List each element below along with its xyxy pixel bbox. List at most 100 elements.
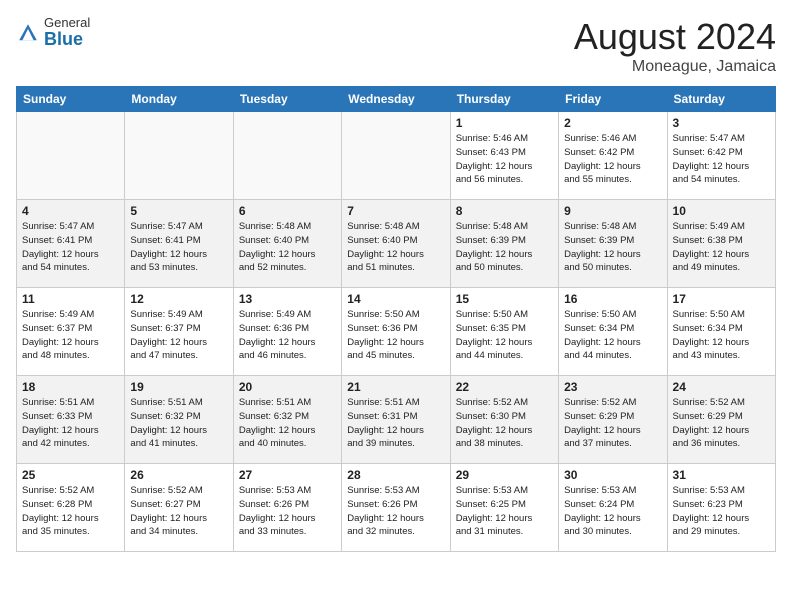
- day-info: Sunrise: 5:49 AM Sunset: 6:37 PM Dayligh…: [22, 308, 119, 363]
- calendar-cell: 4 Sunrise: 5:47 AM Sunset: 6:41 PM Daylig…: [17, 200, 125, 288]
- calendar-cell: 24 Sunrise: 5:52 AM Sunset: 6:29 PM Dayli…: [667, 376, 775, 464]
- day-number: 5: [130, 204, 227, 218]
- day-info: Sunrise: 5:51 AM Sunset: 6:33 PM Dayligh…: [22, 396, 119, 451]
- week-row-5: 25Sunrise: 5:52 AM Sunset: 6:28 PM Dayli…: [17, 464, 776, 552]
- calendar-cell: 19 Sunrise: 5:51 AM Sunset: 6:32 PM Dayli…: [125, 376, 233, 464]
- calendar-cell: 2Sunrise: 5:46 AM Sunset: 6:42 PM Daylig…: [559, 112, 667, 200]
- week-row-1: 1Sunrise: 5:46 AM Sunset: 6:43 PM Daylig…: [17, 112, 776, 200]
- calendar-cell: 5Sunrise: 5:47 AM Sunset: 6:41 PM Daylig…: [125, 200, 233, 288]
- day-number: 24: [673, 380, 770, 394]
- day-number: 7: [347, 204, 444, 218]
- calendar-cell: 9Sunrise: 5:48 AM Sunset: 6:39 PM Daylig…: [559, 200, 667, 288]
- day-info: Sunrise: 5:51 AM Sunset: 6:32 PM Dayligh…: [239, 396, 336, 451]
- calendar-cell: 18Sunrise: 5:51 AM Sunset: 6:33 PM Dayli…: [17, 376, 125, 464]
- calendar-cell: 31Sunrise: 5:53 AM Sunset: 6:23 PM Dayli…: [667, 464, 775, 552]
- calendar-cell: [17, 112, 125, 200]
- calendar-cell: 17 Sunrise: 5:50 AM Sunset: 6:34 PM Dayli…: [667, 288, 775, 376]
- calendar-cell: 10 Sunrise: 5:49 AM Sunset: 6:38 PM Dayli…: [667, 200, 775, 288]
- day-number: 4: [22, 204, 119, 218]
- day-info: Sunrise: 5:49 AM Sunset: 6:37 PM Dayligh…: [130, 308, 227, 363]
- day-number: 28: [347, 468, 444, 482]
- day-number: 1: [456, 116, 553, 130]
- calendar-cell: 28 Sunrise: 5:53 AM Sunset: 6:26 PM Dayli…: [342, 464, 450, 552]
- day-number: 17: [673, 292, 770, 306]
- calendar-cell: 26Sunrise: 5:52 AM Sunset: 6:27 PM Dayli…: [125, 464, 233, 552]
- logo-icon: [16, 21, 40, 45]
- day-info: Sunrise: 5:49 AM Sunset: 6:36 PM Dayligh…: [239, 308, 336, 363]
- day-info: Sunrise: 5:53 AM Sunset: 6:25 PM Dayligh…: [456, 484, 553, 539]
- calendar-cell: 23Sunrise: 5:52 AM Sunset: 6:29 PM Dayli…: [559, 376, 667, 464]
- day-number: 3: [673, 116, 770, 130]
- calendar-cell: 20Sunrise: 5:51 AM Sunset: 6:32 PM Dayli…: [233, 376, 341, 464]
- calendar-cell: 1Sunrise: 5:46 AM Sunset: 6:43 PM Daylig…: [450, 112, 558, 200]
- day-number: 21: [347, 380, 444, 394]
- month-year-title: August 2024: [574, 16, 776, 58]
- calendar-cell: 13 Sunrise: 5:49 AM Sunset: 6:36 PM Dayli…: [233, 288, 341, 376]
- day-info: Sunrise: 5:51 AM Sunset: 6:32 PM Dayligh…: [130, 396, 227, 451]
- calendar-cell: 14Sunrise: 5:50 AM Sunset: 6:36 PM Dayli…: [342, 288, 450, 376]
- day-number: 26: [130, 468, 227, 482]
- day-number: 13: [239, 292, 336, 306]
- calendar-cell: 11 Sunrise: 5:49 AM Sunset: 6:37 PM Dayli…: [17, 288, 125, 376]
- day-info: Sunrise: 5:50 AM Sunset: 6:34 PM Dayligh…: [564, 308, 661, 363]
- day-number: 10: [673, 204, 770, 218]
- day-info: Sunrise: 5:52 AM Sunset: 6:28 PM Dayligh…: [22, 484, 119, 539]
- day-number: 23: [564, 380, 661, 394]
- logo-blue-text: Blue: [44, 30, 90, 50]
- day-number: 8: [456, 204, 553, 218]
- calendar-cell: 30 Sunrise: 5:53 AM Sunset: 6:24 PM Dayli…: [559, 464, 667, 552]
- calendar-cell: 3 Sunrise: 5:47 AM Sunset: 6:42 PM Daylig…: [667, 112, 775, 200]
- col-header-sunday: Sunday: [17, 87, 125, 112]
- title-block: August 2024 Moneague, Jamaica: [574, 16, 776, 76]
- calendar-cell: 25Sunrise: 5:52 AM Sunset: 6:28 PM Dayli…: [17, 464, 125, 552]
- day-number: 11: [22, 292, 119, 306]
- logo: General Blue: [16, 16, 90, 50]
- col-header-saturday: Saturday: [667, 87, 775, 112]
- day-number: 27: [239, 468, 336, 482]
- day-number: 12: [130, 292, 227, 306]
- day-info: Sunrise: 5:47 AM Sunset: 6:41 PM Dayligh…: [22, 220, 119, 275]
- col-header-monday: Monday: [125, 87, 233, 112]
- location-subtitle: Moneague, Jamaica: [574, 58, 776, 76]
- calendar-cell: 8 Sunrise: 5:48 AM Sunset: 6:39 PM Daylig…: [450, 200, 558, 288]
- calendar-cell: 22 Sunrise: 5:52 AM Sunset: 6:30 PM Dayli…: [450, 376, 558, 464]
- day-number: 30: [564, 468, 661, 482]
- day-number: 6: [239, 204, 336, 218]
- calendar-cell: 29 Sunrise: 5:53 AM Sunset: 6:25 PM Dayli…: [450, 464, 558, 552]
- day-info: Sunrise: 5:48 AM Sunset: 6:40 PM Dayligh…: [347, 220, 444, 275]
- calendar-cell: 16Sunrise: 5:50 AM Sunset: 6:34 PM Dayli…: [559, 288, 667, 376]
- day-info: Sunrise: 5:53 AM Sunset: 6:26 PM Dayligh…: [239, 484, 336, 539]
- day-info: Sunrise: 5:53 AM Sunset: 6:23 PM Dayligh…: [673, 484, 770, 539]
- calendar-cell: 15 Sunrise: 5:50 AM Sunset: 6:35 PM Dayli…: [450, 288, 558, 376]
- day-number: 9: [564, 204, 661, 218]
- col-header-thursday: Thursday: [450, 87, 558, 112]
- col-header-friday: Friday: [559, 87, 667, 112]
- day-number: 22: [456, 380, 553, 394]
- calendar-cell: 7 Sunrise: 5:48 AM Sunset: 6:40 PM Daylig…: [342, 200, 450, 288]
- logo-general-text: General: [44, 16, 90, 30]
- day-info: Sunrise: 5:49 AM Sunset: 6:38 PM Dayligh…: [673, 220, 770, 275]
- day-info: Sunrise: 5:47 AM Sunset: 6:42 PM Dayligh…: [673, 132, 770, 187]
- day-info: Sunrise: 5:48 AM Sunset: 6:40 PM Dayligh…: [239, 220, 336, 275]
- day-info: Sunrise: 5:53 AM Sunset: 6:24 PM Dayligh…: [564, 484, 661, 539]
- day-info: Sunrise: 5:52 AM Sunset: 6:29 PM Dayligh…: [673, 396, 770, 451]
- day-info: Sunrise: 5:48 AM Sunset: 6:39 PM Dayligh…: [456, 220, 553, 275]
- day-info: Sunrise: 5:50 AM Sunset: 6:35 PM Dayligh…: [456, 308, 553, 363]
- day-number: 29: [456, 468, 553, 482]
- day-info: Sunrise: 5:50 AM Sunset: 6:34 PM Dayligh…: [673, 308, 770, 363]
- calendar-cell: [342, 112, 450, 200]
- day-info: Sunrise: 5:52 AM Sunset: 6:30 PM Dayligh…: [456, 396, 553, 451]
- day-number: 19: [130, 380, 227, 394]
- calendar-header-row: SundayMondayTuesdayWednesdayThursdayFrid…: [17, 87, 776, 112]
- day-number: 15: [456, 292, 553, 306]
- page-header: General Blue August 2024 Moneague, Jamai…: [16, 16, 776, 76]
- week-row-2: 4 Sunrise: 5:47 AM Sunset: 6:41 PM Daylig…: [17, 200, 776, 288]
- calendar-cell: 21Sunrise: 5:51 AM Sunset: 6:31 PM Dayli…: [342, 376, 450, 464]
- calendar-cell: 12 Sunrise: 5:49 AM Sunset: 6:37 PM Dayli…: [125, 288, 233, 376]
- logo-text: General Blue: [44, 16, 90, 50]
- calendar-cell: 27 Sunrise: 5:53 AM Sunset: 6:26 PM Dayli…: [233, 464, 341, 552]
- day-info: Sunrise: 5:53 AM Sunset: 6:26 PM Dayligh…: [347, 484, 444, 539]
- calendar-cell: [125, 112, 233, 200]
- week-row-3: 11 Sunrise: 5:49 AM Sunset: 6:37 PM Dayli…: [17, 288, 776, 376]
- col-header-wednesday: Wednesday: [342, 87, 450, 112]
